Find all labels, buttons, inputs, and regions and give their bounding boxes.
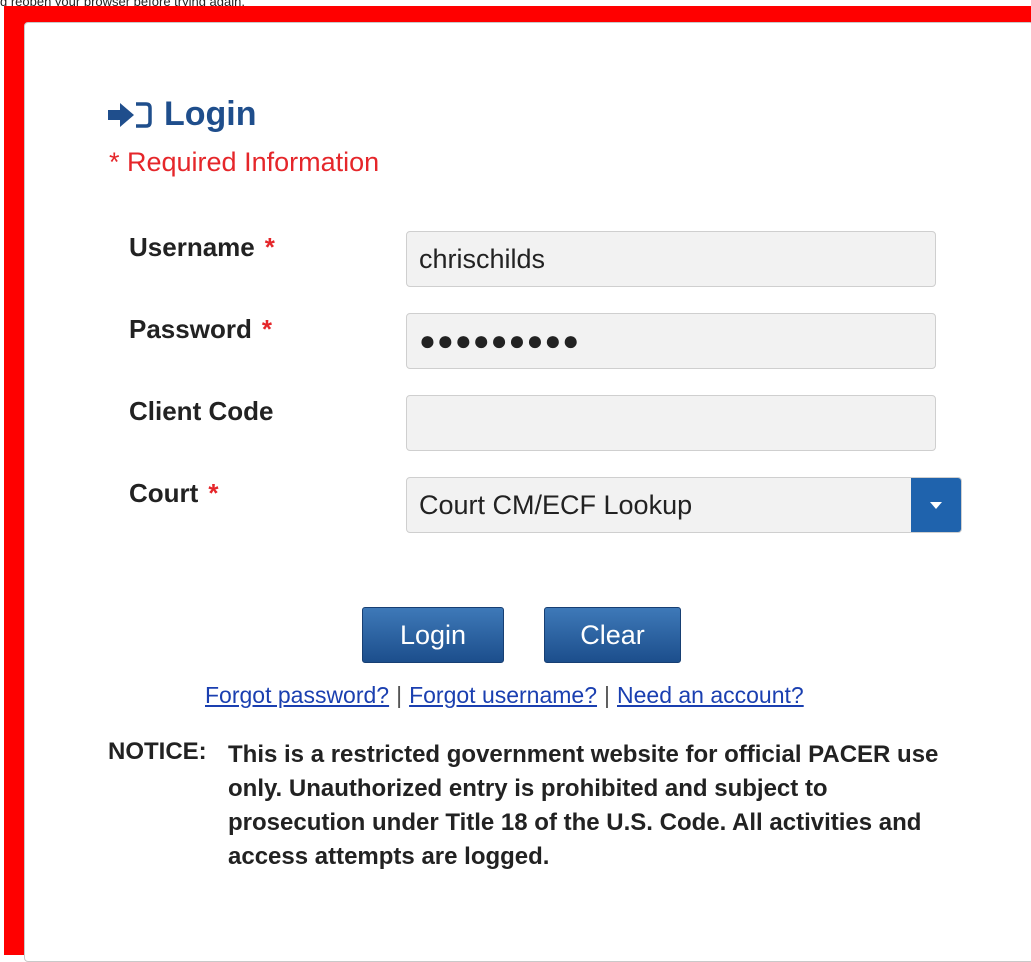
username-required-star: * [264,232,275,262]
password-label-text: Password [129,314,252,344]
forgot-password-link[interactable]: Forgot password? [205,682,389,708]
username-label: Username * [129,232,275,263]
client-code-field[interactable] [406,395,936,451]
court-selected-value: Court CM/ECF Lookup [419,490,693,520]
password-field[interactable]: ●●●●●●●●● [406,313,936,369]
clear-button[interactable]: Clear [544,607,681,663]
link-separator: | [604,682,610,708]
required-info-note: * Required Information [109,147,380,177]
link-separator: | [396,682,403,708]
password-required-star: * [261,314,272,344]
court-label: Court * [129,478,218,509]
username-label-text: Username [129,232,255,262]
password-label: Password * [129,314,272,345]
court-label-text: Court [129,478,199,508]
notice-label: NOTICE: [108,738,207,765]
forgot-username-link[interactable]: Forgot username? [409,682,597,708]
court-select[interactable]: Court CM/ECF Lookup [406,477,962,533]
court-required-star: * [208,478,219,508]
login-heading: Login [106,95,257,134]
chevron-down-icon [930,501,942,509]
court-dropdown-button[interactable] [911,478,961,532]
client-code-label: Client Code [129,396,273,427]
sign-in-icon [106,100,152,130]
help-links: Forgot password? | Forgot username? | Need a… [205,682,804,709]
login-button[interactable]: Login [362,607,504,663]
username-field[interactable]: chrischilds [406,231,936,287]
need-account-link[interactable]: Need an account? [617,682,804,708]
notice-text: This is a restricted government website … [228,741,939,870]
login-title: Login [164,95,257,133]
client-code-label-text: Client Code [129,396,274,426]
